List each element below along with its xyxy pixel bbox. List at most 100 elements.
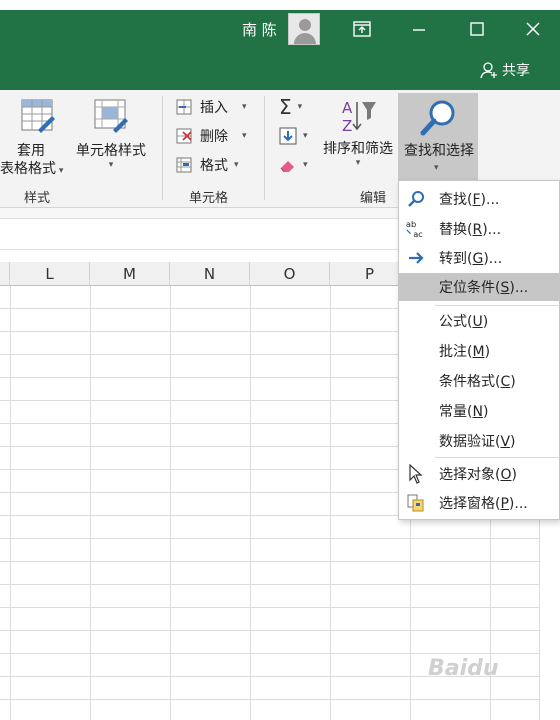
group-separator (162, 96, 163, 200)
fill-button[interactable]: ▾ (279, 124, 308, 148)
cells-group-label: 单元格 (189, 191, 229, 206)
dropdown-arrow-icon: ▾ (242, 131, 247, 141)
watermark-logo: Baidu (428, 656, 499, 681)
dropdown-arrow-icon: ▾ (297, 102, 303, 112)
person-add-icon (480, 62, 497, 79)
arrow-right-icon (405, 248, 427, 268)
svg-text:ab: ab (406, 219, 416, 229)
menu-item-label: 转到(G)... (439, 251, 503, 267)
autosum-button[interactable]: Σ ▾ (279, 95, 302, 119)
menu-item-label: 定位条件(S)... (439, 280, 529, 296)
magnifier-icon (420, 100, 455, 136)
menu-item-data-validation[interactable]: 数据验证(V) (399, 427, 559, 455)
ribbon-display-options-button[interactable] (347, 14, 377, 44)
menu-item-label: 选择窗格(P)... (439, 496, 528, 512)
format-as-table-label-top: 套用 (17, 143, 45, 159)
svg-text:ac: ac (413, 229, 423, 239)
menu-item-label: 查找(F)... (439, 192, 500, 208)
dropdown-arrow-icon: ▾ (108, 160, 114, 170)
dropdown-arrow-icon: ▾ (234, 160, 239, 170)
delete-cells-icon (176, 128, 192, 144)
sort-filter-label: 排序和筛选 (323, 141, 393, 157)
insert-label: 插入 (200, 100, 228, 116)
svg-text:A: A (342, 99, 353, 117)
dropdown-arrow-icon: ▾ (303, 160, 308, 170)
fill-down-icon (279, 127, 297, 145)
sort-filter-button[interactable]: A Z 排序和筛选 ▾ (318, 98, 398, 168)
column-header-n[interactable]: N (170, 262, 250, 286)
menu-separator (435, 457, 559, 458)
delete-button[interactable]: 删除 ▾ (176, 124, 247, 148)
avatar[interactable] (288, 13, 320, 45)
menu-item-find[interactable]: 查找(F)... (399, 185, 559, 213)
share-button[interactable]: 共享 (480, 60, 530, 80)
menu-separator (435, 305, 559, 306)
dropdown-arrow-icon: ▾ (242, 102, 247, 112)
share-label: 共享 (502, 63, 530, 79)
format-button[interactable]: 格式 ▾ (176, 153, 239, 177)
user-name[interactable]: 南 陈 (242, 19, 277, 40)
group-separator (264, 96, 265, 200)
menu-item-comments[interactable]: 批注(M) (399, 337, 559, 365)
dropdown-arrow-icon: ▾ (355, 158, 361, 168)
avatar-body (294, 33, 316, 44)
format-label: 格式 (200, 158, 228, 174)
close-button[interactable] (518, 14, 548, 44)
styles-group-label: 样式 (24, 191, 51, 206)
format-cells-icon (176, 157, 192, 173)
cell-styles-button[interactable]: 单元格样式 ▾ (72, 98, 150, 170)
column-header-partial[interactable] (0, 262, 10, 286)
menu-item-label: 选择对象(O) (439, 467, 517, 483)
find-select-label: 查找和选择 (404, 143, 474, 159)
format-as-table-icon (21, 99, 55, 133)
title-bar: 南 陈 共享 (0, 0, 560, 90)
menu-item-label: 数据验证(V) (439, 434, 516, 450)
menu-item-goto-special[interactable]: 定位条件(S)... (399, 273, 559, 301)
close-icon (526, 22, 540, 36)
format-as-table-label-bottom: 表格格式 (0, 161, 56, 177)
find-select-button[interactable]: 查找和选择 ▾ (398, 93, 478, 183)
menu-item-constants[interactable]: 常量(N) (399, 397, 559, 425)
insert-button[interactable]: 插入 ▾ (176, 95, 247, 119)
selection-pane-icon (405, 493, 427, 513)
insert-cells-icon (176, 99, 192, 115)
minimize-icon (413, 29, 425, 31)
cursor-arrow-icon (405, 464, 427, 484)
menu-item-label: 条件格式(C) (439, 374, 516, 390)
dropdown-arrow-icon: ▾ (56, 166, 64, 176)
maximize-icon (470, 22, 484, 36)
magnifier-icon (405, 189, 427, 209)
delete-label: 删除 (200, 129, 228, 145)
column-header-m[interactable]: M (90, 262, 170, 286)
ribbon-display-icon (353, 21, 371, 37)
svg-text:Z: Z (342, 117, 352, 134)
menu-item-label: 批注(M) (439, 344, 491, 360)
maximize-button[interactable] (462, 14, 492, 44)
find-select-menu: 查找(F)... ab ac 替换(R)... 转到(G)... 定位条件(S).… (398, 180, 560, 520)
menu-item-select-objects[interactable]: 选择对象(O) (399, 460, 559, 488)
cell-styles-icon (94, 99, 128, 133)
sort-filter-icon: A Z (342, 99, 376, 135)
menu-item-goto[interactable]: 转到(G)... (399, 244, 559, 272)
menu-item-formulas[interactable]: 公式(U) (399, 307, 559, 335)
cell-styles-label: 单元格样式 (76, 143, 146, 159)
format-as-table-button[interactable]: 套用 (0, 98, 62, 160)
sigma-icon: Σ (279, 95, 292, 119)
editing-group-label: 编辑 (360, 191, 387, 206)
dropdown-arrow-icon: ▾ (434, 163, 439, 173)
column-header-o[interactable]: O (250, 262, 330, 286)
dropdown-arrow-icon: ▾ (303, 131, 308, 141)
menu-item-selection-pane[interactable]: 选择窗格(P)... (399, 489, 559, 517)
title-bar-top-edge (0, 0, 560, 10)
menu-item-label: 常量(N) (439, 404, 489, 420)
clear-button[interactable]: ▾ (279, 153, 308, 177)
menu-item-conditional-formatting[interactable]: 条件格式(C) (399, 367, 559, 395)
eraser-icon (280, 161, 294, 173)
menu-item-replace[interactable]: ab ac 替换(R)... (399, 215, 559, 243)
format-as-table-label-bottom-row[interactable]: 表格格式 ▾ (0, 158, 70, 178)
column-header-l[interactable]: L (10, 262, 90, 286)
replace-abac-icon: ab ac (405, 219, 427, 239)
menu-item-label: 替换(R)... (439, 222, 502, 238)
menu-item-label: 公式(U) (439, 314, 489, 330)
minimize-button[interactable] (404, 14, 434, 44)
